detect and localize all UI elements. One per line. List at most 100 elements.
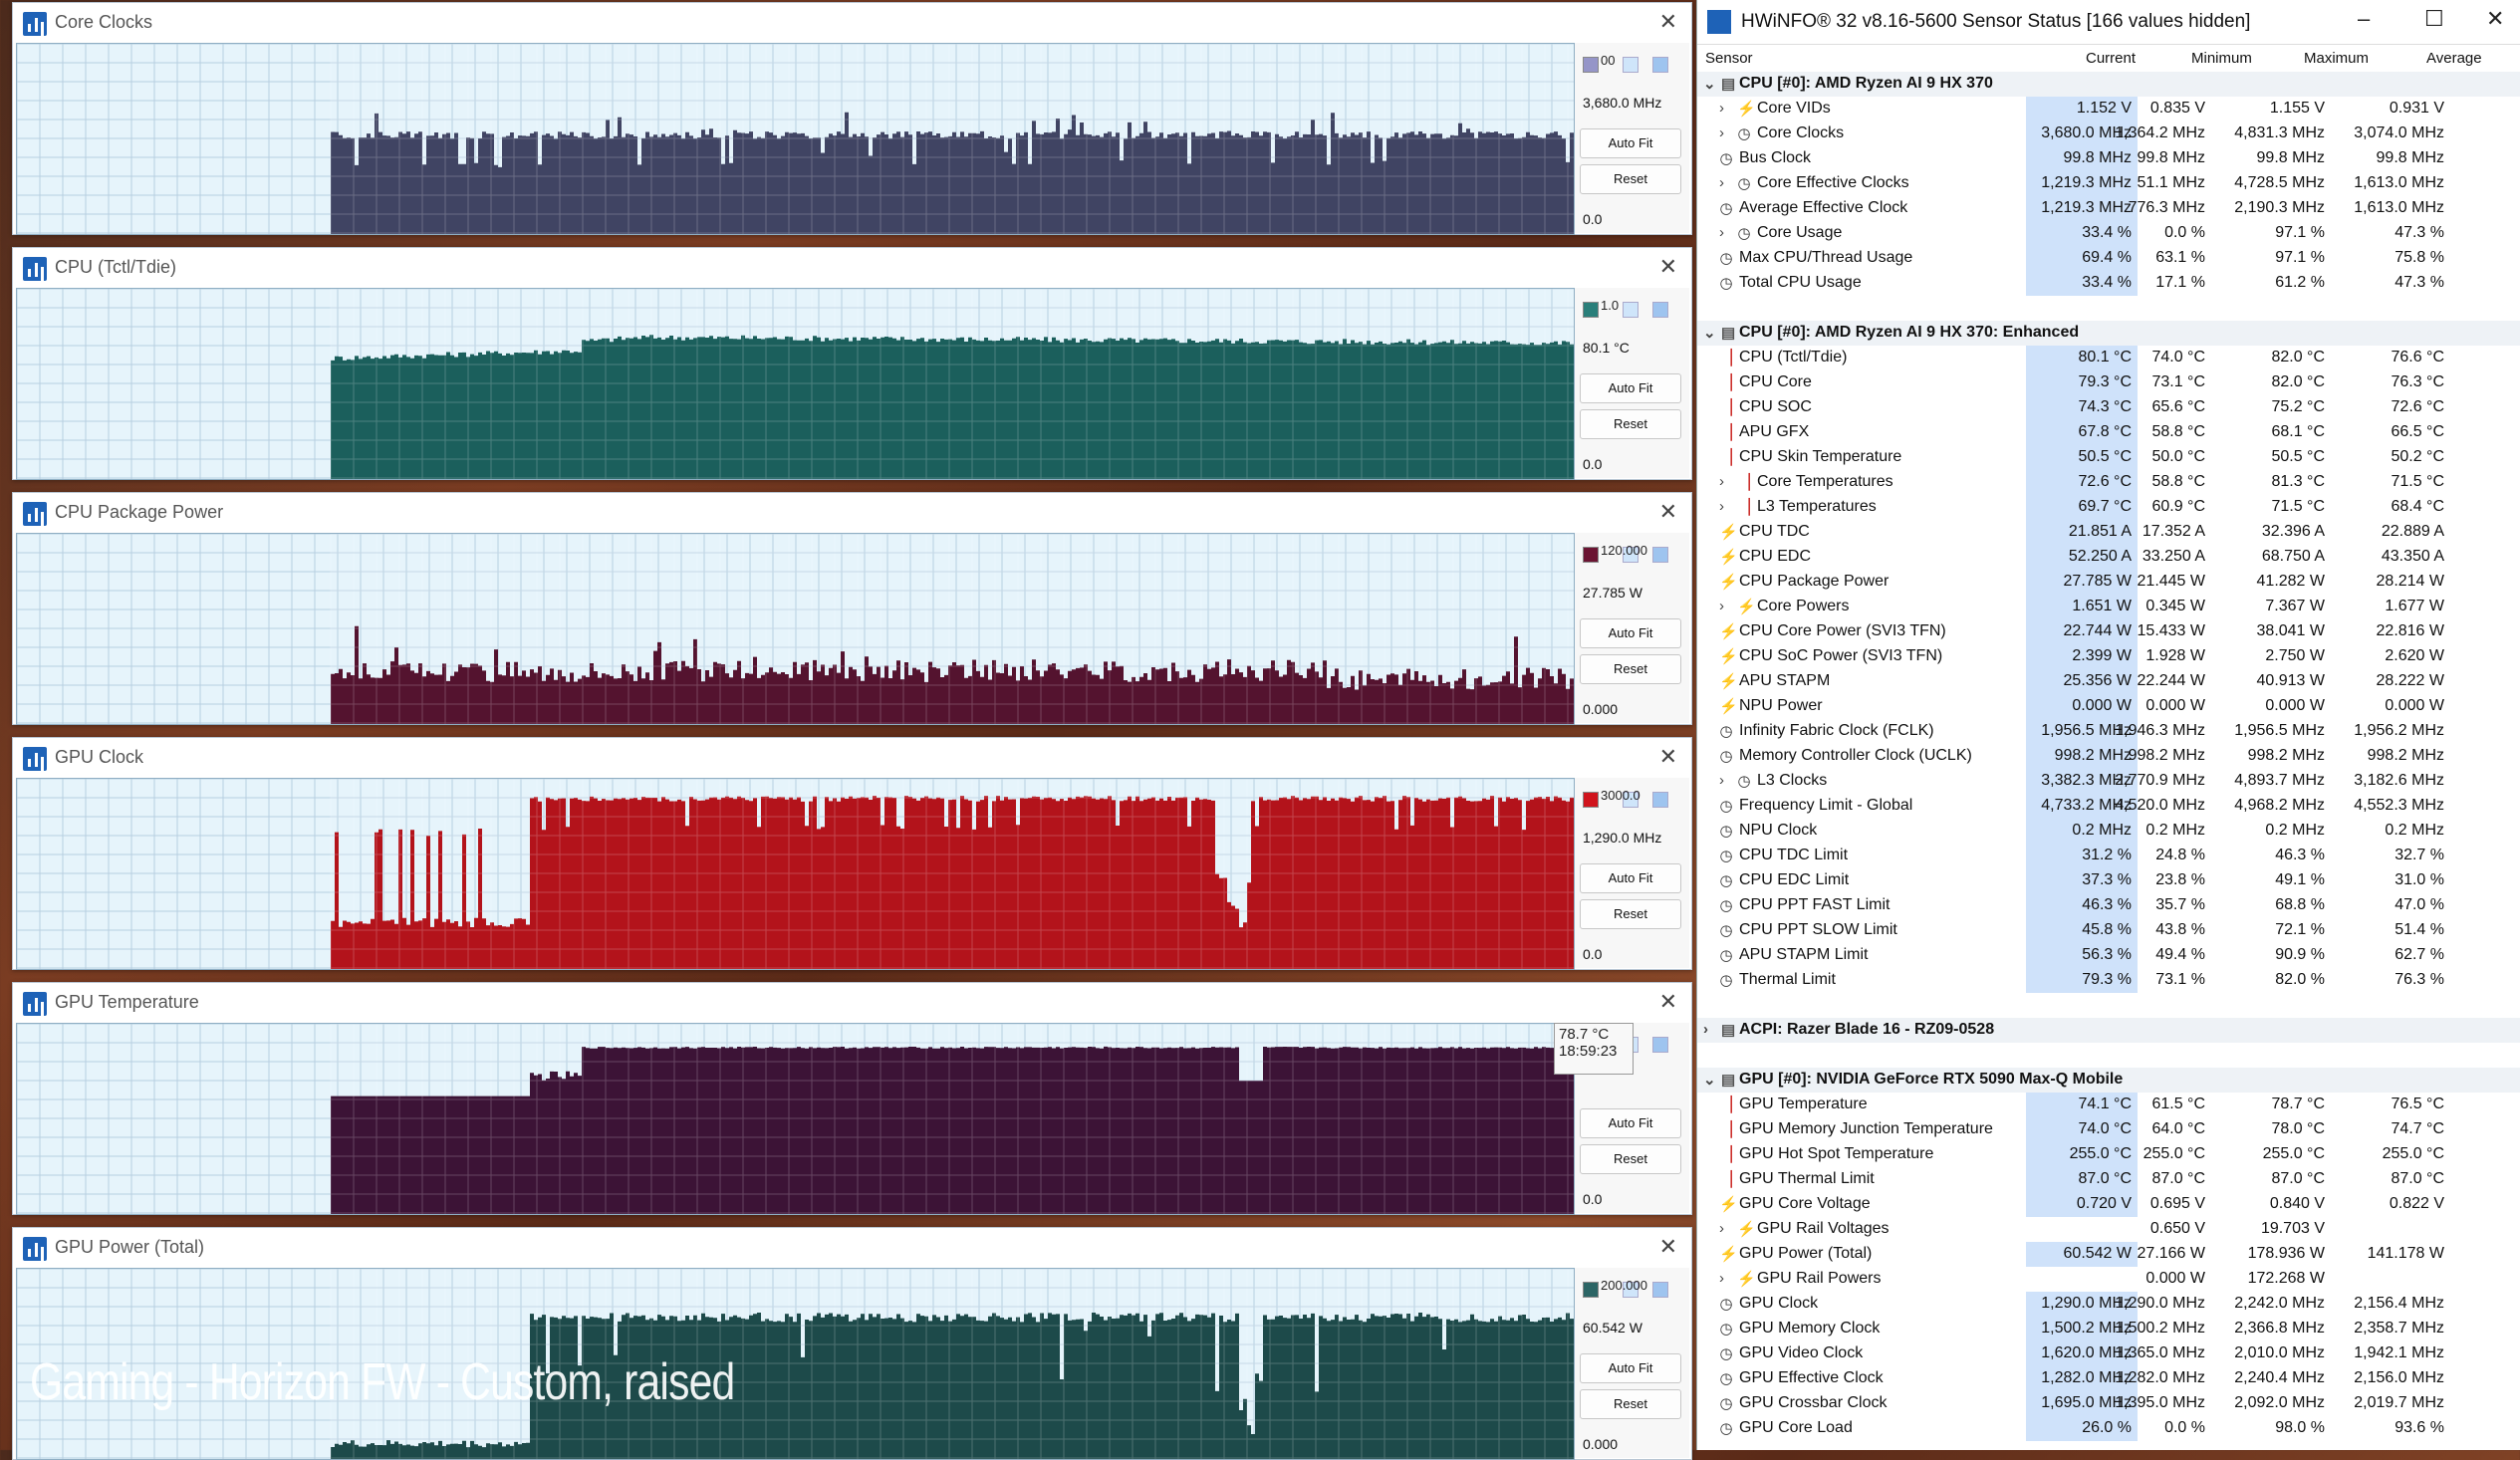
- chevron-right-icon[interactable]: ›: [1719, 598, 1724, 614]
- sensor-row[interactable]: ⚡ CPU SoC Power (SVI3 TFN) 2.399 W 1.928 W2…: [1697, 644, 2520, 669]
- reset-button[interactable]: Reset: [1580, 899, 1681, 929]
- sensor-row[interactable]: ▕ GPU Temperature 74.1 °C 61.5 °C 78.7 °C 76.…: [1697, 1093, 2520, 1117]
- chevron-right-icon[interactable]: ›: [1719, 1270, 1724, 1287]
- sensor-row[interactable]: ◷ CPU EDC Limit 37.3 % 23.8 % 49.1 % 31.0 %: [1697, 868, 2520, 893]
- sensor-row[interactable]: ◷ GPU Memory Clock 1,500.2 MHz 1,500.2 MHz 2…: [1697, 1317, 2520, 1341]
- sensor-group-header[interactable]: ⌄ ▤ GPU [#0]: NVIDIA GeForce RTX 5090 Max-…: [1697, 1068, 2520, 1093]
- sensor-row[interactable]: ◷ Average Effective Clock 1,219.3 MHz 776.3…: [1697, 196, 2520, 221]
- auto-fit-button[interactable]: Auto Fit: [1580, 1353, 1681, 1383]
- sensor-row[interactable]: ◷ CPU PPT SLOW Limit 45.8 % 43.8 % 72.1 % 51.…: [1697, 918, 2520, 943]
- chevron-right-icon[interactable]: ›: [1719, 100, 1724, 117]
- header-sensor[interactable]: Sensor: [1705, 50, 1753, 67]
- reset-button[interactable]: Reset: [1580, 409, 1681, 439]
- reset-button[interactable]: Reset: [1580, 164, 1681, 194]
- sensor-row[interactable]: ◷ GPU Clock 1,290.0 MHz 1,290.0 MHz 2,242.0 …: [1697, 1292, 2520, 1317]
- swatch-toggle-2[interactable]: [1652, 302, 1668, 318]
- chevron-down-icon[interactable]: ⌄: [1703, 324, 1716, 342]
- auto-fit-button[interactable]: Auto Fit: [1580, 128, 1681, 158]
- sensor-row[interactable]: ◷ GPU Video Clock 1,620.0 MHz 1,365.0 MHz 2,…: [1697, 1341, 2520, 1366]
- chevron-right-icon[interactable]: ›: [1703, 1021, 1708, 1038]
- series-color-swatch[interactable]: [1583, 547, 1599, 563]
- swatch-toggle-2[interactable]: [1652, 792, 1668, 808]
- sensor-group-header[interactable]: › ▤ ACPI: Razer Blade 16 - RZ09-0528: [1697, 1018, 2520, 1043]
- close-icon[interactable]: ✕: [1659, 1234, 1677, 1260]
- reset-button[interactable]: Reset: [1580, 1389, 1681, 1419]
- sensor-row[interactable]: ◷ Total CPU Usage 33.4 % 17.1 % 61.2 % 47.3 %: [1697, 271, 2520, 296]
- sensor-row[interactable]: ⚡ CPU Package Power 27.785 W 21.445 W 41.282…: [1697, 570, 2520, 595]
- sensor-row[interactable]: ▕ CPU Skin Temperature 50.5 °C 50.0 °C 50.5 …: [1697, 445, 2520, 470]
- header-maximum[interactable]: Maximum: [2304, 50, 2369, 67]
- sensor-row[interactable]: ◷ Bus Clock 99.8 MHz 99.8 MHz 99.8 MHz 99.8 M…: [1697, 146, 2520, 171]
- maximize-icon[interactable]: ☐: [2424, 6, 2444, 32]
- chevron-right-icon[interactable]: ›: [1719, 1220, 1724, 1237]
- series-color-swatch[interactable]: [1583, 57, 1599, 73]
- sensor-row[interactable]: ◷ CPU PPT FAST Limit 46.3 % 35.7 % 68.8 % 47.…: [1697, 893, 2520, 918]
- sensor-row[interactable]: › ▕ L3 Temperatures 69.7 °C 60.9 °C 71.5 °C 68…: [1697, 495, 2520, 520]
- reset-button[interactable]: Reset: [1580, 1144, 1681, 1174]
- sensor-row[interactable]: ◷ Max CPU/Thread Usage 69.4 % 63.1 % 97.1 % 7…: [1697, 246, 2520, 271]
- sensor-row[interactable]: ◷ GPU Effective Clock 1,282.0 MHz 1,282.0 M…: [1697, 1366, 2520, 1391]
- chevron-right-icon[interactable]: ›: [1719, 473, 1724, 490]
- sensor-row[interactable]: ▕ GPU Memory Junction Temperature 74.0 °C 6…: [1697, 1117, 2520, 1142]
- sensor-row[interactable]: ▕ CPU Core 79.3 °C 73.1 °C 82.0 °C 76.3 °C: [1697, 370, 2520, 395]
- header-minimum[interactable]: Minimum: [2191, 50, 2252, 67]
- sensor-group-header[interactable]: ⌄ ▤ CPU [#0]: AMD Ryzen AI 9 HX 370: Enhan…: [1697, 321, 2520, 346]
- close-icon[interactable]: ✕: [1659, 499, 1677, 525]
- swatch-toggle-2[interactable]: [1652, 1282, 1668, 1298]
- sensor-row[interactable]: › ⚡ Core Powers 1.651 W 0.345 W 7.367 W 1.677 …: [1697, 595, 2520, 619]
- sensor-row[interactable]: › ◷ Core Usage 33.4 % 0.0 % 97.1 % 47.3 %: [1697, 221, 2520, 246]
- close-icon[interactable]: ✕: [1659, 254, 1677, 280]
- sensor-row[interactable]: ⚡ CPU TDC 21.851 A 17.352 A 32.396 A 22.889 A: [1697, 520, 2520, 545]
- swatch-toggle[interactable]: [1623, 302, 1638, 318]
- close-icon[interactable]: ✕: [1659, 744, 1677, 770]
- sensor-row[interactable]: ◷ Infinity Fabric Clock (FCLK) 1,956.5 MHz…: [1697, 719, 2520, 744]
- sensor-row[interactable]: ⚡ CPU Core Power (SVI3 TFN) 22.744 W 15.433…: [1697, 619, 2520, 644]
- auto-fit-button[interactable]: Auto Fit: [1580, 1108, 1681, 1138]
- auto-fit-button[interactable]: Auto Fit: [1580, 863, 1681, 893]
- sensor-row[interactable]: ◷ Memory Controller Clock (UCLK) 998.2 MHz…: [1697, 744, 2520, 769]
- close-icon[interactable]: ✕: [2486, 6, 2504, 32]
- reset-button[interactable]: Reset: [1580, 654, 1681, 684]
- sensor-row[interactable]: ⚡ GPU Core Voltage 0.720 V 0.695 V 0.840 V 0.…: [1697, 1192, 2520, 1217]
- auto-fit-button[interactable]: Auto Fit: [1580, 373, 1681, 403]
- sensor-row[interactable]: › ◷ L3 Clocks 3,382.3 MHz 2,770.9 MHz 4,893.7…: [1697, 769, 2520, 794]
- swatch-toggle[interactable]: [1623, 57, 1638, 73]
- swatch-toggle-2[interactable]: [1652, 57, 1668, 73]
- sensor-row[interactable]: › ⚡ GPU Rail Powers 0.000 W 172.268 W: [1697, 1267, 2520, 1292]
- series-color-swatch[interactable]: [1583, 1282, 1599, 1298]
- minimize-icon[interactable]: –: [2358, 6, 2370, 32]
- chevron-right-icon[interactable]: ›: [1719, 174, 1724, 191]
- sensor-row[interactable]: ▕ CPU (Tctl/Tdie) 80.1 °C 74.0 °C 82.0 °C 76.…: [1697, 346, 2520, 370]
- header-current[interactable]: Current: [2086, 50, 2136, 67]
- close-icon[interactable]: ✕: [1659, 989, 1677, 1015]
- sensor-row[interactable]: ◷ Thermal Limit 79.3 % 73.1 % 82.0 % 76.3 %: [1697, 968, 2520, 993]
- sensor-row[interactable]: › ◷ Core Clocks 3,680.0 MHz 1,364.2 MHz 4,831…: [1697, 122, 2520, 146]
- sensor-row[interactable]: ◷ NPU Clock 0.2 MHz 0.2 MHz 0.2 MHz 0.2 MHz: [1697, 819, 2520, 844]
- header-average[interactable]: Average: [2426, 50, 2482, 67]
- sensor-row[interactable]: › ▕ Core Temperatures 72.6 °C 58.8 °C 81.3 °C…: [1697, 470, 2520, 495]
- sensor-row[interactable]: › ⚡ GPU Rail Voltages 0.650 V 19.703 V: [1697, 1217, 2520, 1242]
- sensor-row[interactable]: ⚡ GPU Power (Total) 60.542 W 27.166 W 178.93…: [1697, 1242, 2520, 1267]
- chevron-down-icon[interactable]: ⌄: [1703, 75, 1716, 93]
- swatch-toggle-2[interactable]: [1652, 547, 1668, 563]
- sensor-row[interactable]: ◷ GPU Crossbar Clock 1,695.0 MHz 1,395.0 MH…: [1697, 1391, 2520, 1416]
- sensor-row[interactable]: › ⚡ Core VIDs 1.152 V 0.835 V 1.155 V 0.931 V: [1697, 97, 2520, 122]
- chevron-right-icon[interactable]: ›: [1719, 772, 1724, 789]
- auto-fit-button[interactable]: Auto Fit: [1580, 618, 1681, 648]
- sensor-row[interactable]: ▕ CPU SOC 74.3 °C 65.6 °C 75.2 °C 72.6 °C: [1697, 395, 2520, 420]
- sensor-row[interactable]: ⚡ CPU EDC 52.250 A 33.250 A 68.750 A 43.350 A: [1697, 545, 2520, 570]
- sensor-row[interactable]: ◷ Frequency Limit - Global 4,733.2 MHz 4,52…: [1697, 794, 2520, 819]
- sensor-row[interactable]: ◷ CPU TDC Limit 31.2 % 24.8 % 46.3 % 32.7 %: [1697, 844, 2520, 868]
- chevron-right-icon[interactable]: ›: [1719, 498, 1724, 515]
- sensor-row[interactable]: ◷ APU STAPM Limit 56.3 % 49.4 % 90.9 % 62.7 %: [1697, 943, 2520, 968]
- sensor-row[interactable]: ⚡ NPU Power 0.000 W 0.000 W 0.000 W 0.000 W: [1697, 694, 2520, 719]
- sensor-row[interactable]: › ◷ Core Effective Clocks 1,219.3 MHz 51.1 M…: [1697, 171, 2520, 196]
- chevron-right-icon[interactable]: ›: [1719, 124, 1724, 141]
- sensor-group-header[interactable]: ⌄ ▤ CPU [#0]: AMD Ryzen AI 9 HX 370: [1697, 72, 2520, 97]
- swatch-toggle-2[interactable]: [1652, 1037, 1668, 1053]
- series-color-swatch[interactable]: [1583, 302, 1599, 318]
- sensor-row[interactable]: ▕ GPU Hot Spot Temperature 255.0 °C 255.0 °…: [1697, 1142, 2520, 1167]
- close-icon[interactable]: ✕: [1659, 9, 1677, 35]
- chevron-right-icon[interactable]: ›: [1719, 224, 1724, 241]
- sensor-row[interactable]: ▕ APU GFX 67.8 °C 58.8 °C 68.1 °C 66.5 °C: [1697, 420, 2520, 445]
